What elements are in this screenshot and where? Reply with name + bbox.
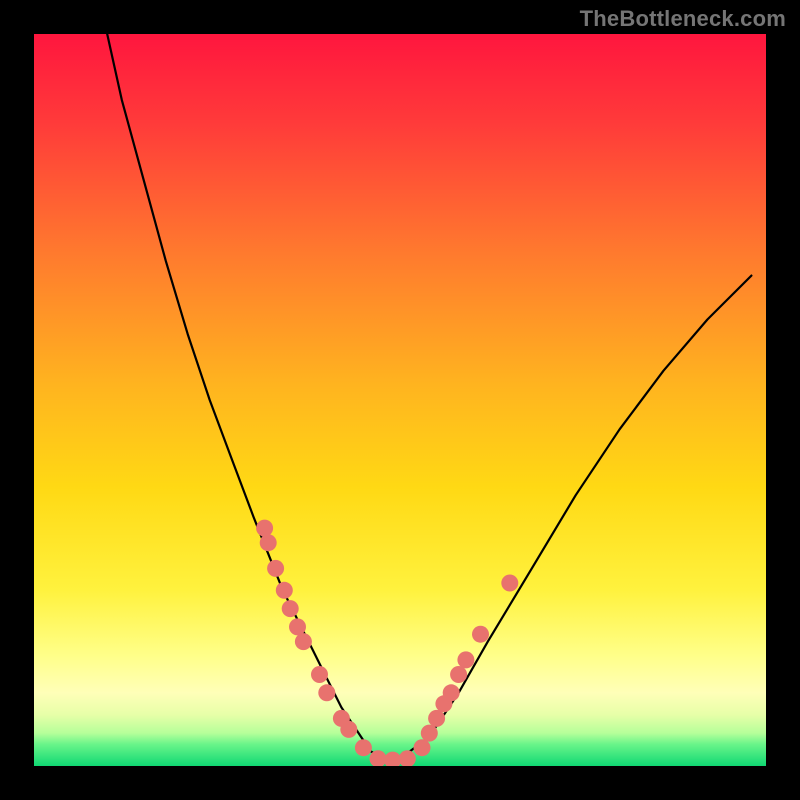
gradient-background <box>34 34 766 766</box>
data-marker <box>311 666 328 683</box>
data-marker <box>318 684 335 701</box>
data-marker <box>421 725 438 742</box>
data-marker <box>260 534 277 551</box>
data-marker <box>443 684 460 701</box>
data-marker <box>355 739 372 756</box>
data-marker <box>450 666 467 683</box>
data-marker <box>457 651 474 668</box>
data-marker <box>472 626 489 643</box>
data-marker <box>256 520 273 537</box>
chart-svg <box>34 34 766 766</box>
bottleneck-chart <box>34 34 766 766</box>
data-marker <box>428 710 445 727</box>
outer-frame: TheBottleneck.com <box>0 0 800 800</box>
data-marker <box>267 560 284 577</box>
data-marker <box>276 582 293 599</box>
data-marker <box>501 575 518 592</box>
data-marker <box>282 600 299 617</box>
data-marker <box>414 739 431 756</box>
data-marker <box>289 618 306 635</box>
watermark-label: TheBottleneck.com <box>580 6 786 32</box>
data-marker <box>340 721 357 738</box>
data-marker <box>295 633 312 650</box>
